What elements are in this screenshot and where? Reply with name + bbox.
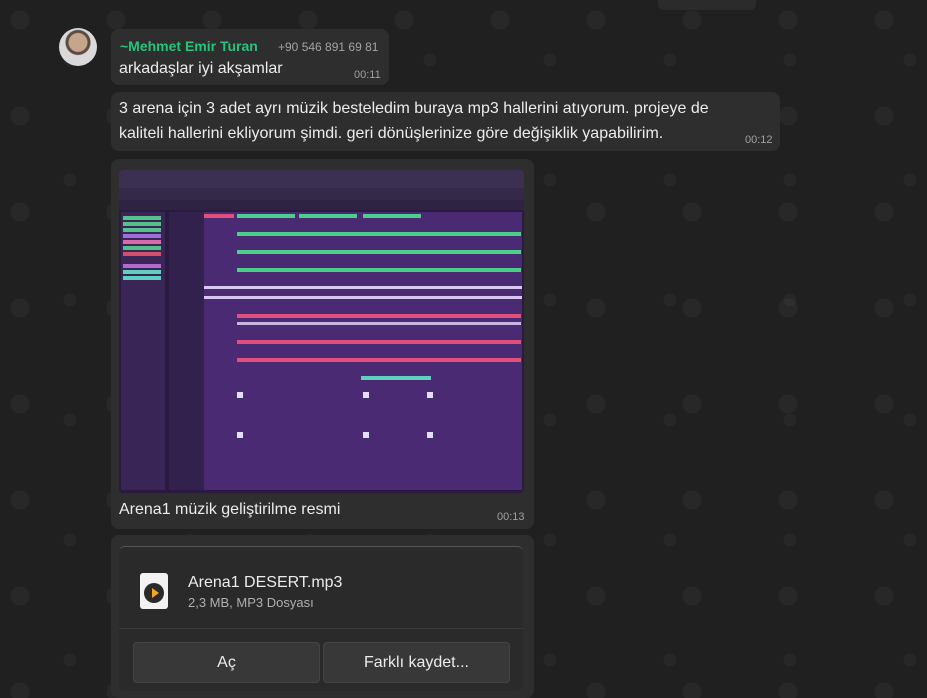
- message-bubble-announcement[interactable]: 3 arena için 3 adet ayrı müzik besteledi…: [111, 92, 780, 151]
- daw-screenshot-image[interactable]: [119, 170, 524, 493]
- file-meta: 2,3 MB, MP3 Dosyası: [188, 595, 314, 610]
- previous-message-edge: [658, 0, 756, 10]
- message-text-line-1: 3 arena için 3 adet ayrı müzik besteledi…: [119, 100, 709, 117]
- audio-file-icon: [140, 573, 168, 609]
- sender-phone: +90 546 891 69 81: [278, 40, 379, 54]
- message-time: 00:13: [497, 511, 525, 523]
- message-time: 00:11: [354, 69, 381, 81]
- open-file-button[interactable]: Aç: [133, 642, 320, 683]
- file-card-divider: [119, 628, 523, 629]
- message-text: arkadaşlar iyi akşamlar: [119, 60, 283, 77]
- save-as-button[interactable]: Farklı kaydet...: [323, 642, 510, 683]
- message-bubble-file[interactable]: Arena1 DESERT.mp3 2,3 MB, MP3 Dosyası Aç…: [111, 535, 534, 698]
- sender-avatar[interactable]: [59, 28, 97, 66]
- message-time: 00:12: [745, 134, 773, 146]
- image-caption: Arena1 müzik geliştirilme resmi: [119, 501, 341, 518]
- sender-name[interactable]: ~Mehmet Emir Turan: [120, 38, 258, 54]
- file-name: Arena1 DESERT.mp3: [188, 574, 343, 591]
- message-bubble-image[interactable]: Arena1 müzik geliştirilme resmi 00:13: [111, 159, 534, 529]
- message-text-line-2: kaliteli hallerini ekliyorum şimdi. geri…: [119, 125, 664, 142]
- message-bubble-greeting[interactable]: ~Mehmet Emir Turan +90 546 891 69 81 ark…: [111, 29, 389, 85]
- file-attachment-card[interactable]: Arena1 DESERT.mp3 2,3 MB, MP3 Dosyası Aç…: [119, 546, 523, 691]
